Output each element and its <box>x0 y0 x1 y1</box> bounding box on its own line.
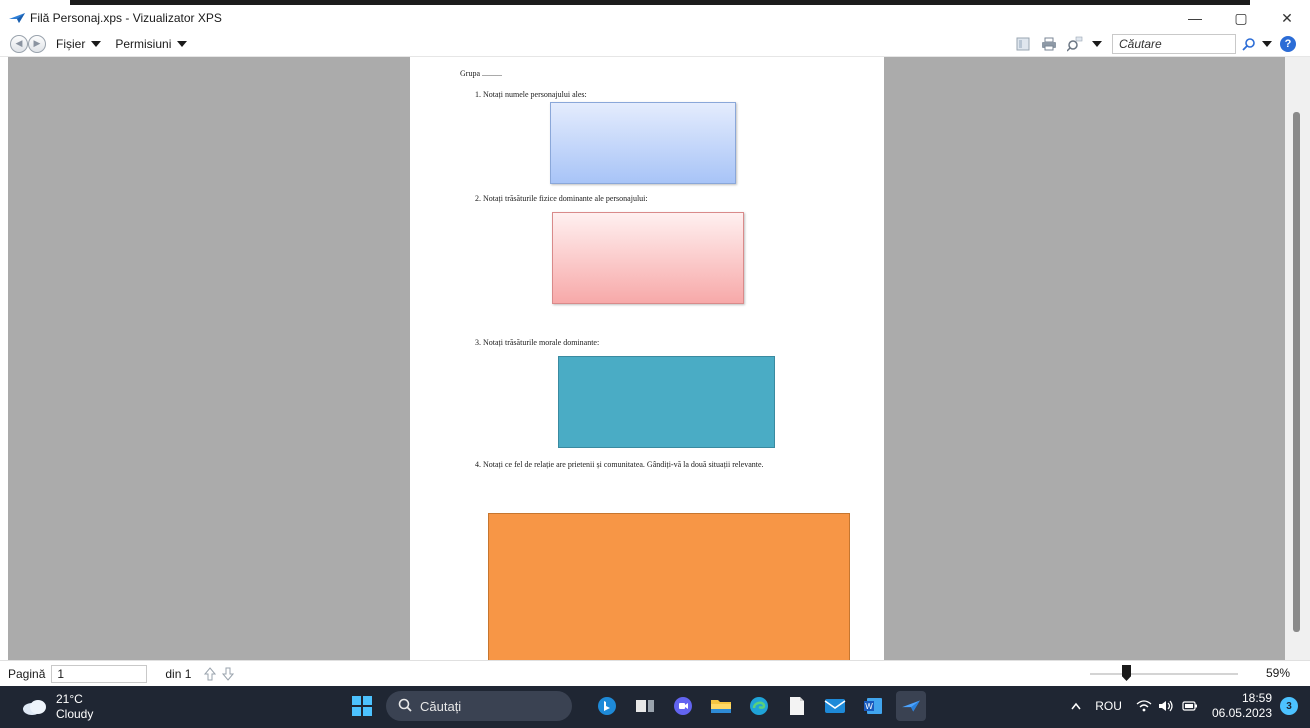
outline-icon[interactable] <box>1014 35 1032 53</box>
question-2: 2. Notați trăsăturile fizice dominante a… <box>475 194 648 203</box>
volume-icon[interactable] <box>1158 700 1174 712</box>
search-icon <box>1242 38 1255 51</box>
help-icon[interactable]: ? <box>1280 36 1296 52</box>
answer-box-teal <box>558 356 775 448</box>
chevron-up-icon[interactable] <box>1071 702 1081 710</box>
file-explorer-icon[interactable] <box>706 691 736 721</box>
arrow-down-icon <box>222 667 235 681</box>
document-viewer[interactable]: Grupa .......... 1. Notați numele person… <box>8 57 1285 660</box>
page-number-input[interactable]: 1 <box>51 664 148 683</box>
chevron-down-icon <box>1262 41 1272 47</box>
taskbar: 21°C Cloudy Căutați W ROU 18:59 06.05.20… <box>0 686 1310 728</box>
chevron-down-icon <box>91 40 102 47</box>
notification-badge[interactable]: 3 <box>1280 697 1298 715</box>
wifi-icon[interactable] <box>1136 700 1152 712</box>
question-3: 3. Notați trăsăturile morale dominante: <box>475 338 600 347</box>
question-4: 4. Notați ce fel de relație are prieteni… <box>475 460 764 469</box>
close-button[interactable]: ✕ <box>1264 5 1310 31</box>
answer-box-pink <box>552 212 744 304</box>
answer-box-blue <box>550 102 736 184</box>
search-icon <box>398 698 412 715</box>
svg-text:W: W <box>865 702 873 711</box>
teams-chat-icon[interactable] <box>668 691 698 721</box>
zoom-slider-thumb[interactable] <box>1122 665 1131 681</box>
search-button[interactable] <box>1242 37 1272 51</box>
minimize-button[interactable]: — <box>1172 5 1218 31</box>
file-menu-label: Fișier <box>56 36 86 51</box>
question-1: 1. Notați numele personajului ales: <box>475 90 587 99</box>
cloud-icon <box>23 700 46 715</box>
windows-start-icon[interactable] <box>352 696 372 716</box>
taskbar-search-label: Căutați <box>420 698 462 714</box>
permissions-menu-label: Permisiuni <box>115 36 172 51</box>
vertical-scrollbar[interactable] <box>1285 57 1310 660</box>
window-title: Filă Personaj.xps - Vizualizator XPS <box>30 11 222 25</box>
word-icon[interactable]: W <box>858 691 888 721</box>
taskbar-search[interactable]: Căutați <box>386 691 572 721</box>
menu-bar: ◀ ▶ Fișier Permisiuni Căutare ? <box>0 31 1310 57</box>
zoom-icon[interactable] <box>1066 35 1084 53</box>
file-menu[interactable]: Fișier <box>56 36 102 51</box>
window-controls: — ▢ ✕ <box>1172 5 1310 31</box>
back-button[interactable]: ◀ <box>10 34 28 53</box>
chevron-down-icon <box>177 40 188 47</box>
previous-page-button[interactable] <box>203 666 217 682</box>
scrollbar-thumb[interactable] <box>1293 112 1300 632</box>
system-tray: ROU 18:59 06.05.2023 3 <box>1057 691 1298 721</box>
toolbar-right: Căutare ? <box>1014 34 1296 54</box>
taskbar-apps: Căutați W <box>352 691 930 721</box>
status-bar: Pagină 1 din 1 59% <box>0 660 1310 686</box>
next-page-button[interactable] <box>221 666 235 682</box>
print-icon[interactable] <box>1040 35 1058 53</box>
battery-icon[interactable] <box>1182 701 1198 711</box>
language-indicator[interactable]: ROU <box>1095 699 1122 713</box>
arrow-up-icon <box>204 666 217 680</box>
navigation-buttons: ◀ ▶ <box>10 34 46 53</box>
task-view-icon[interactable] <box>630 691 660 721</box>
chevron-down-icon[interactable] <box>1092 41 1102 47</box>
maximize-button[interactable]: ▢ <box>1218 5 1264 31</box>
document-page: Grupa .......... 1. Notați numele person… <box>410 57 884 660</box>
clock-time: 18:59 <box>1241 691 1272 705</box>
mail-icon[interactable] <box>820 691 850 721</box>
group-label: Grupa .......... <box>460 69 502 78</box>
weather-condition: Cloudy <box>56 707 94 721</box>
search-input[interactable]: Căutare <box>1112 34 1236 54</box>
bing-icon[interactable] <box>592 691 622 721</box>
clock-date: 06.05.2023 <box>1211 706 1272 720</box>
notepad-icon[interactable] <box>782 691 812 721</box>
clock[interactable]: 18:59 06.05.2023 <box>1212 691 1272 721</box>
permissions-menu[interactable]: Permisiuni <box>115 36 188 51</box>
weather-widget[interactable]: 21°C Cloudy <box>22 692 93 722</box>
page-total: din 1 <box>165 666 192 681</box>
xps-viewer-icon <box>8 12 26 24</box>
back-arrow-icon: ◀ <box>15 38 23 48</box>
xps-viewer-taskbar-icon[interactable] <box>896 691 926 721</box>
title-bar: Filă Personaj.xps - Vizualizator XPS — ▢… <box>0 5 1310 31</box>
forward-button[interactable]: ▶ <box>28 34 46 53</box>
forward-arrow-icon: ▶ <box>33 38 41 48</box>
answer-box-orange <box>488 513 850 660</box>
zoom-percentage: 59% <box>1266 666 1291 680</box>
edge-icon[interactable] <box>744 691 774 721</box>
page-label: Pagină <box>8 666 46 681</box>
temperature: 21°C <box>56 692 83 706</box>
zoom-slider[interactable] <box>1090 673 1238 675</box>
